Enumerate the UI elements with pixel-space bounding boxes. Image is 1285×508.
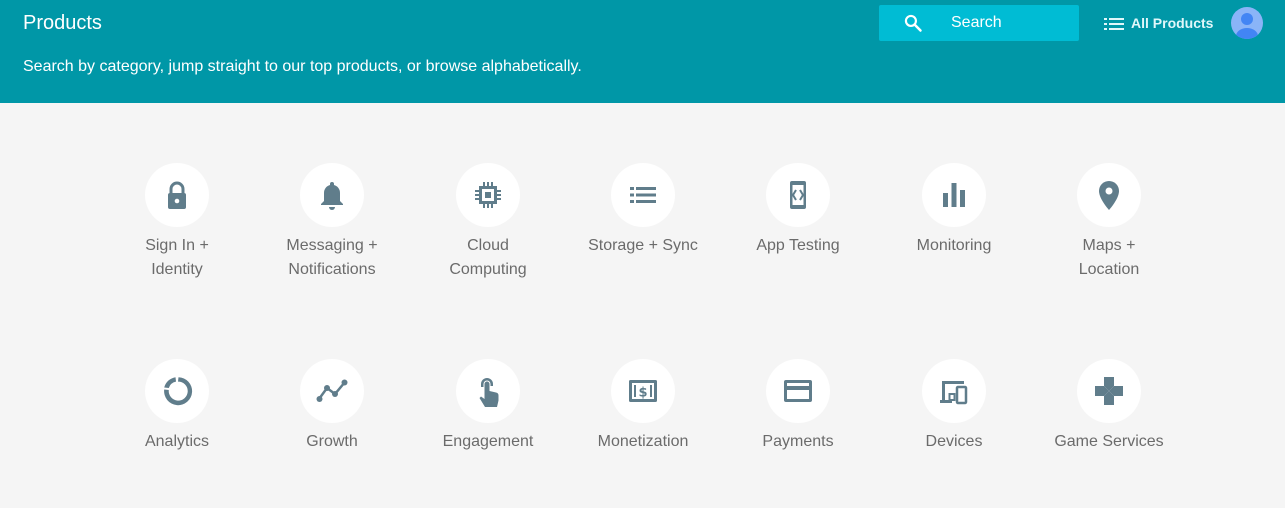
list-menu-icon: [1104, 18, 1124, 30]
svg-text:$: $: [638, 386, 647, 401]
search-label: Search: [951, 14, 1002, 31]
category-app-testing[interactable]: App Testing: [723, 163, 873, 258]
category-devices[interactable]: Devices: [879, 359, 1029, 454]
devices-icon: [940, 381, 968, 405]
touch-icon: [479, 378, 499, 407]
search-button[interactable]: Search: [879, 5, 1079, 41]
page-title: Products: [23, 12, 102, 34]
category-analytics[interactable]: Analytics: [102, 359, 252, 454]
list-icon: [630, 187, 656, 203]
category-icon-circle: [1077, 359, 1141, 423]
category-growth[interactable]: Growth: [257, 359, 407, 454]
category-label: Monetization: [597, 433, 689, 450]
category-label: Devices: [925, 433, 983, 450]
dollar-icon: $: [629, 380, 657, 402]
category-label: Game Services: [1054, 433, 1164, 450]
bell-icon: [321, 182, 343, 210]
chip-icon: [475, 182, 501, 208]
category-icon-circle: [456, 359, 520, 423]
category-icon-circle: [300, 359, 364, 423]
credit-card-icon: [784, 380, 812, 402]
category-monetization[interactable]: $ Monetization: [568, 359, 718, 454]
category-label: Storage + Sync: [588, 237, 698, 254]
lock-icon: [168, 181, 186, 209]
page-subtitle: Search by category, jump straight to our…: [23, 58, 582, 75]
category-icon-circle: [766, 163, 830, 227]
category-label: Cloud Computing: [449, 237, 527, 278]
category-icon-circle: [611, 163, 675, 227]
category-label: Sign In + Identity: [145, 237, 209, 278]
code-phone-icon: [790, 181, 806, 209]
trend-icon: [316, 379, 348, 402]
category-game-services[interactable]: Game Services: [1034, 359, 1184, 454]
category-sign-in-identity[interactable]: Sign In + Identity: [102, 163, 252, 282]
category-icon-circle: [145, 163, 209, 227]
category-storage-sync[interactable]: Storage + Sync: [568, 163, 718, 258]
all-products-label: All Products: [1131, 15, 1214, 31]
category-label: Monitoring: [916, 237, 992, 254]
gamepad-icon: [1095, 377, 1123, 405]
category-payments[interactable]: Payments: [723, 359, 873, 454]
category-icon-circle: [922, 163, 986, 227]
donut-icon: [164, 377, 193, 406]
search-icon: [904, 14, 922, 32]
category-label: Analytics: [144, 433, 210, 450]
category-icon-circle: [300, 163, 364, 227]
avatar[interactable]: [1231, 7, 1263, 39]
category-label: Growth: [306, 433, 358, 450]
category-cloud-computing[interactable]: Cloud Computing: [413, 163, 563, 282]
user-avatar-icon: [1236, 13, 1258, 39]
category-icon-circle: [766, 359, 830, 423]
category-icon-circle: $: [611, 359, 675, 423]
category-icon-circle: [456, 163, 520, 227]
category-engagement[interactable]: Engagement: [413, 359, 563, 454]
category-label: Messaging + Notifications: [286, 237, 378, 278]
category-label: Payments: [762, 433, 834, 450]
category-messaging-notifications[interactable]: Messaging + Notifications: [257, 163, 407, 282]
bar-chart-icon: [943, 183, 965, 207]
header-bar: Products Search by category, jump straig…: [0, 0, 1285, 103]
category-icon-circle: [922, 359, 986, 423]
location-pin-icon: [1099, 181, 1119, 210]
category-monitoring[interactable]: Monitoring: [879, 163, 1029, 258]
category-maps-location[interactable]: Maps + Location: [1034, 163, 1184, 282]
category-icon-circle: [1077, 163, 1141, 227]
category-label: App Testing: [756, 237, 840, 254]
category-icon-circle: [145, 359, 209, 423]
category-label: Engagement: [442, 433, 534, 450]
category-label: Maps + Location: [1078, 237, 1140, 278]
